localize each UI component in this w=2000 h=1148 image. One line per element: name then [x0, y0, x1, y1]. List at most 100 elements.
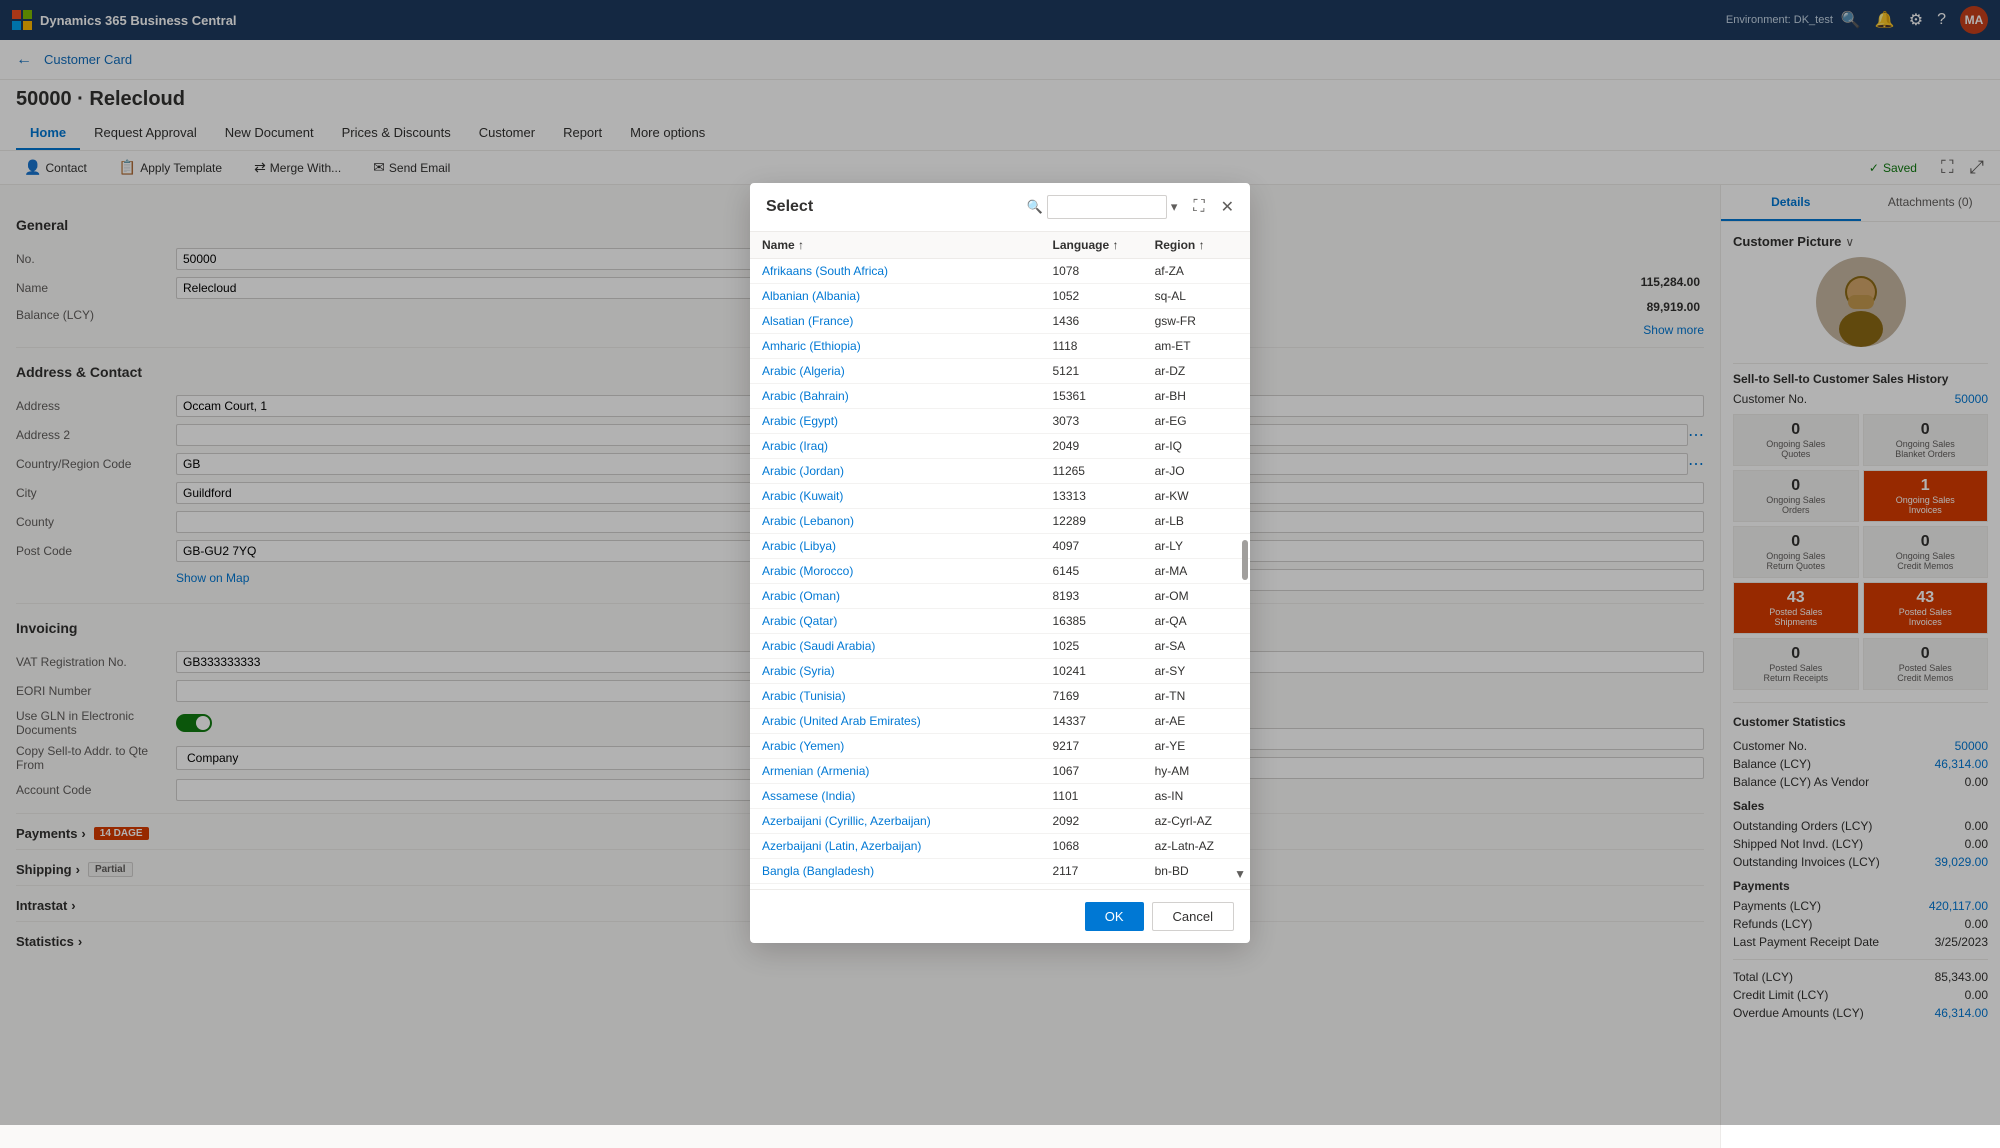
row-region: ar-LY — [1143, 533, 1250, 558]
row-name[interactable]: Armenian (Armenia) — [750, 758, 1041, 783]
row-region: gsw-FR — [1143, 308, 1250, 333]
table-row[interactable]: Azerbaijani (Latin, Azerbaijan) 1068 az-… — [750, 833, 1250, 858]
col-language[interactable]: Language ↑ — [1041, 232, 1143, 259]
row-name[interactable]: Bashkir (Russia) — [750, 883, 1041, 889]
row-region: ar-QA — [1143, 608, 1250, 633]
row-name[interactable]: Albanian (Albania) — [750, 283, 1041, 308]
table-row[interactable]: Armenian (Armenia) 1067 hy-AM — [750, 758, 1250, 783]
table-row[interactable]: Arabic (Egypt) 3073 ar-EG — [750, 408, 1250, 433]
modal-overlay: Select 🔍 ▾ ⛶ ✕ Name ↑ Language ↑ Region … — [0, 0, 2000, 1125]
table-row[interactable]: Arabic (Morocco) 6145 ar-MA — [750, 558, 1250, 583]
table-row[interactable]: Azerbaijani (Cyrillic, Azerbaijan) 2092 … — [750, 808, 1250, 833]
close-modal-icon[interactable]: ✕ — [1221, 197, 1234, 217]
row-name[interactable]: Bangla (Bangladesh) — [750, 858, 1041, 883]
table-row[interactable]: Bashkir (Russia) 1133 ba-RU — [750, 883, 1250, 889]
row-name[interactable]: Arabic (Egypt) — [750, 408, 1041, 433]
row-lang: 1436 — [1041, 308, 1143, 333]
row-name[interactable]: Arabic (Yemen) — [750, 733, 1041, 758]
ok-button[interactable]: OK — [1085, 902, 1144, 931]
table-header: Name ↑ Language ↑ Region ↑ — [750, 232, 1250, 259]
row-region: ar-YE — [1143, 733, 1250, 758]
row-name[interactable]: Alsatian (France) — [750, 308, 1041, 333]
row-name[interactable]: Azerbaijani (Cyrillic, Azerbaijan) — [750, 808, 1041, 833]
row-region: hy-AM — [1143, 758, 1250, 783]
table-row[interactable]: Arabic (Libya) 4097 ar-LY — [750, 533, 1250, 558]
row-lang: 2049 — [1041, 433, 1143, 458]
select-modal: Select 🔍 ▾ ⛶ ✕ Name ↑ Language ↑ Region … — [750, 183, 1250, 943]
table-row[interactable]: Arabic (Syria) 10241 ar-SY — [750, 658, 1250, 683]
table-row[interactable]: Arabic (Iraq) 2049 ar-IQ — [750, 433, 1250, 458]
table-row[interactable]: Arabic (Oman) 8193 ar-OM — [750, 583, 1250, 608]
row-name[interactable]: Arabic (Kuwait) — [750, 483, 1041, 508]
row-lang: 1067 — [1041, 758, 1143, 783]
row-name[interactable]: Amharic (Ethiopia) — [750, 333, 1041, 358]
modal-search: 🔍 ▾ — [1027, 195, 1178, 219]
search-dropdown-icon[interactable]: ▾ — [1171, 199, 1178, 215]
table-row[interactable]: Arabic (Lebanon) 12289 ar-LB — [750, 508, 1250, 533]
row-name[interactable]: Arabic (Algeria) — [750, 358, 1041, 383]
row-name[interactable]: Afrikaans (South Africa) — [750, 258, 1041, 283]
table-row[interactable]: Arabic (Yemen) 9217 ar-YE — [750, 733, 1250, 758]
table-row[interactable]: Arabic (Saudi Arabia) 1025 ar-SA — [750, 633, 1250, 658]
row-lang: 8193 — [1041, 583, 1143, 608]
table-row[interactable]: Arabic (Jordan) 11265 ar-JO — [750, 458, 1250, 483]
scroll-thumb[interactable] — [1242, 540, 1248, 580]
row-lang: 1052 — [1041, 283, 1143, 308]
modal-title: Select — [766, 198, 1019, 216]
row-lang: 2117 — [1041, 858, 1143, 883]
row-region: ar-AE — [1143, 708, 1250, 733]
expand-modal-icon[interactable]: ⛶ — [1193, 198, 1204, 216]
row-lang: 2092 — [1041, 808, 1143, 833]
row-name[interactable]: Azerbaijani (Latin, Azerbaijan) — [750, 833, 1041, 858]
row-name[interactable]: Assamese (India) — [750, 783, 1041, 808]
row-lang: 7169 — [1041, 683, 1143, 708]
col-region[interactable]: Region ↑ — [1143, 232, 1250, 259]
row-name[interactable]: Arabic (United Arab Emirates) — [750, 708, 1041, 733]
table-row[interactable]: Arabic (United Arab Emirates) 14337 ar-A… — [750, 708, 1250, 733]
row-name[interactable]: Arabic (Qatar) — [750, 608, 1041, 633]
modal-header: Select 🔍 ▾ ⛶ ✕ — [750, 183, 1250, 232]
table-row[interactable]: Arabic (Algeria) 5121 ar-DZ — [750, 358, 1250, 383]
row-lang: 3073 — [1041, 408, 1143, 433]
row-name[interactable]: Arabic (Libya) — [750, 533, 1041, 558]
row-region: ar-LB — [1143, 508, 1250, 533]
row-lang: 1078 — [1041, 258, 1143, 283]
row-lang: 11265 — [1041, 458, 1143, 483]
row-name[interactable]: Arabic (Oman) — [750, 583, 1041, 608]
row-region: ar-MA — [1143, 558, 1250, 583]
row-name[interactable]: Arabic (Morocco) — [750, 558, 1041, 583]
row-name[interactable]: Arabic (Jordan) — [750, 458, 1041, 483]
table-row[interactable]: Assamese (India) 1101 as-IN — [750, 783, 1250, 808]
row-lang: 1133 — [1041, 883, 1143, 889]
row-name[interactable]: Arabic (Saudi Arabia) — [750, 633, 1041, 658]
row-region: az-Latn-AZ — [1143, 833, 1250, 858]
modal-search-input[interactable] — [1047, 195, 1167, 219]
table-row[interactable]: Arabic (Qatar) 16385 ar-QA — [750, 608, 1250, 633]
col-name[interactable]: Name ↑ — [750, 232, 1041, 259]
table-row[interactable]: Alsatian (France) 1436 gsw-FR — [750, 308, 1250, 333]
row-lang: 10241 — [1041, 658, 1143, 683]
row-lang: 16385 — [1041, 608, 1143, 633]
table-row[interactable]: Amharic (Ethiopia) 1118 am-ET — [750, 333, 1250, 358]
search-icon: 🔍 — [1027, 199, 1043, 215]
row-region: ar-IQ — [1143, 433, 1250, 458]
table-row[interactable]: Arabic (Tunisia) 7169 ar-TN — [750, 683, 1250, 708]
table-row[interactable]: Afrikaans (South Africa) 1078 af-ZA — [750, 258, 1250, 283]
row-lang: 6145 — [1041, 558, 1143, 583]
row-lang: 1025 — [1041, 633, 1143, 658]
row-region: ba-RU — [1143, 883, 1250, 889]
language-table: Name ↑ Language ↑ Region ↑ Afrikaans (So… — [750, 232, 1250, 889]
row-region: az-Cyrl-AZ — [1143, 808, 1250, 833]
row-name[interactable]: Arabic (Bahrain) — [750, 383, 1041, 408]
table-row[interactable]: Albanian (Albania) 1052 sq-AL — [750, 283, 1250, 308]
row-name[interactable]: Arabic (Lebanon) — [750, 508, 1041, 533]
row-region: af-ZA — [1143, 258, 1250, 283]
row-name[interactable]: Arabic (Iraq) — [750, 433, 1041, 458]
table-row[interactable]: Arabic (Kuwait) 13313 ar-KW — [750, 483, 1250, 508]
table-row[interactable]: Arabic (Bahrain) 15361 ar-BH — [750, 383, 1250, 408]
modal-footer: OK Cancel — [750, 889, 1250, 943]
table-row[interactable]: Bangla (Bangladesh) 2117 bn-BD — [750, 858, 1250, 883]
row-name[interactable]: Arabic (Syria) — [750, 658, 1041, 683]
cancel-button[interactable]: Cancel — [1152, 902, 1234, 931]
row-name[interactable]: Arabic (Tunisia) — [750, 683, 1041, 708]
